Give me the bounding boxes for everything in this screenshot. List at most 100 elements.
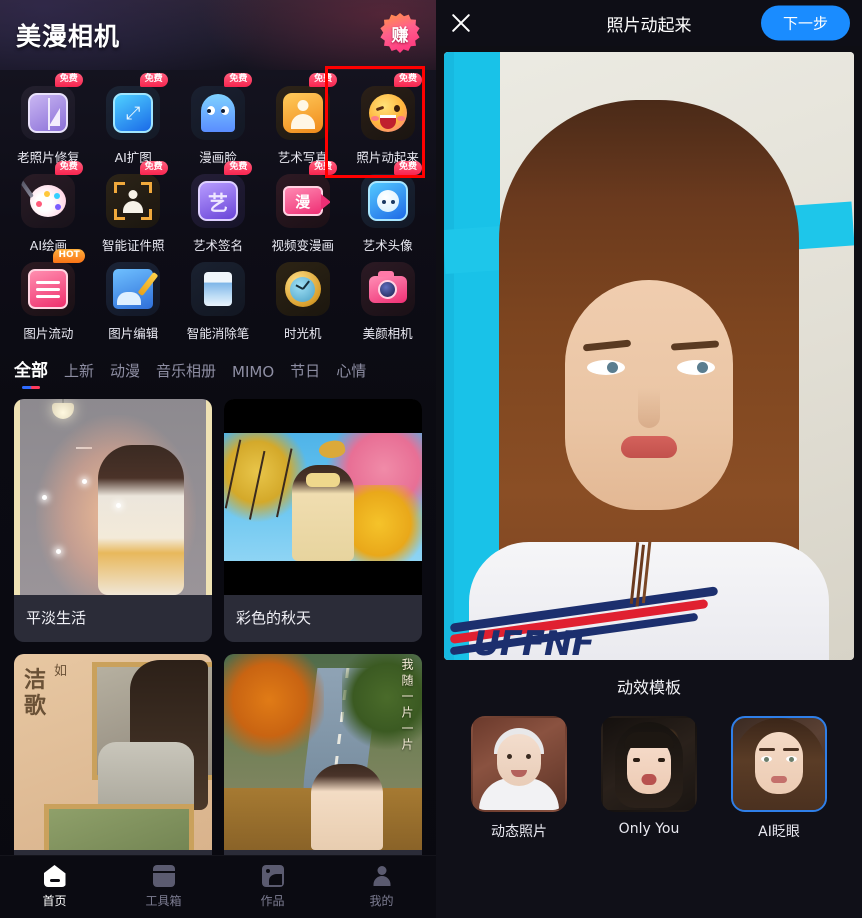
tool-beauty-camera[interactable]: 美颜相机: [345, 254, 430, 342]
nav-label: 作品: [260, 894, 285, 908]
tab-mimo[interactable]: MIMO: [232, 363, 274, 391]
ai-painting-palette-icon: [21, 174, 76, 228]
bottom-navigation: 首页 工具箱 作品 我的: [0, 855, 436, 918]
template-ai-blink[interactable]: AI眨眼: [731, 716, 827, 841]
free-tag: 免费: [54, 161, 83, 176]
free-tag: 免费: [309, 161, 338, 176]
templates-title: 动效模板: [616, 678, 681, 697]
nav-label: 我的: [369, 894, 394, 908]
card-thumbnail: [14, 399, 212, 595]
free-tag: 免费: [139, 73, 168, 88]
preview-photo[interactable]: UFFNF: [444, 52, 854, 660]
tool-comic-face[interactable]: 免费 漫画脸: [176, 73, 261, 166]
tool-ai-expand[interactable]: 免费 ⤢ AI扩图: [91, 73, 176, 166]
tools-grid: 免费 老照片修复 免费 ⤢ AI扩图 免费 漫画脸 免费 艺术写真 免费 照片动…: [0, 70, 436, 342]
free-tag: 免费: [224, 161, 253, 176]
person-icon: [371, 865, 393, 887]
tool-label: 时光机: [284, 326, 322, 341]
template-dynamic-photo[interactable]: 动态照片: [471, 716, 567, 841]
tab-music-album[interactable]: 音乐相册: [156, 360, 216, 391]
tab-all[interactable]: 全部: [14, 356, 48, 391]
photo-flow-icon: [21, 262, 76, 316]
tab-mood[interactable]: 心情: [336, 360, 366, 391]
left-header: 美漫相机 赚: [0, 0, 436, 70]
shirt-wordmark: UFFNF: [473, 624, 595, 660]
tab-festival[interactable]: 节日: [290, 360, 320, 391]
video-to-comic-icon: 漫: [275, 174, 330, 228]
tool-label: 视频变漫画: [271, 238, 335, 253]
earn-starburst-icon[interactable]: 赚: [380, 13, 420, 53]
tool-row: HOT 图片流动 图片编辑 智能消除笔 时光机 美颜相机: [6, 249, 430, 342]
free-tag: 免费: [309, 73, 338, 88]
template-thumbnail: [601, 716, 697, 812]
tool-art-avatar[interactable]: 免费 艺术头像: [345, 161, 430, 254]
old-photo-restore-icon: [21, 86, 76, 140]
tool-old-photo-restore[interactable]: 免费 老照片修复: [6, 73, 91, 166]
right-header: 照片动起来 下一步: [436, 0, 862, 46]
tool-label: 美颜相机: [362, 326, 413, 341]
template-card[interactable]: 彩色的秋天: [224, 399, 422, 642]
preview-face: [565, 280, 733, 510]
tool-time-machine[interactable]: 时光机: [260, 254, 345, 342]
ai-expand-icon: ⤢: [106, 86, 161, 140]
nav-item-profile[interactable]: 我的: [327, 865, 436, 909]
tab-anime[interactable]: 动漫: [110, 360, 140, 391]
card-thumbnail: [224, 399, 422, 595]
template-thumbnail: [731, 716, 827, 812]
earn-badge-label: 赚: [391, 25, 409, 45]
nav-item-home[interactable]: 首页: [0, 865, 109, 909]
nav-label: 首页: [42, 894, 67, 908]
tool-label: 艺术签名: [192, 238, 243, 253]
template-label: Only You: [618, 821, 680, 837]
tool-art-signature[interactable]: 免费 艺 艺术签名: [176, 161, 261, 254]
beauty-camera-icon: [360, 262, 415, 316]
next-step-button[interactable]: 下一步: [760, 5, 850, 41]
comic-face-ghost-icon: [190, 86, 245, 140]
template-card[interactable]: 平淡生活: [14, 399, 212, 642]
free-tag: 免费: [54, 73, 83, 88]
left-body: 免费 老照片修复 免费 ⤢ AI扩图 免费 漫画脸 免费 艺术写真 免费 照片动…: [0, 70, 436, 918]
right-panel-animate-photo: 照片动起来 下一步 UFFNF 动效模板 动态照片 Only You AI眨眼: [436, 0, 862, 918]
home-icon: [43, 865, 66, 887]
page-title: 照片动起来: [606, 15, 692, 36]
hot-tag: HOT: [53, 249, 85, 264]
tool-ai-painting[interactable]: 免费 AI绘画: [6, 161, 91, 254]
card-vertical-text: 我随一片一片: [400, 658, 414, 754]
tab-new[interactable]: 上新: [64, 360, 94, 391]
nav-item-works[interactable]: 作品: [218, 865, 327, 909]
template-thumbnail: [471, 716, 567, 812]
tool-photo-edit[interactable]: 图片编辑: [91, 254, 176, 342]
tool-photo-flow[interactable]: HOT 图片流动: [6, 249, 91, 342]
time-machine-clock-icon: [275, 262, 330, 316]
art-portrait-icon: [275, 86, 330, 140]
close-x-icon[interactable]: [448, 10, 474, 36]
tool-smart-eraser[interactable]: 智能消除笔: [176, 254, 261, 342]
template-only-you[interactable]: Only You: [601, 716, 697, 841]
photo-edit-icon: [106, 262, 161, 316]
art-signature-icon: 艺: [190, 174, 245, 228]
tool-label: 图片编辑: [108, 326, 159, 341]
app-screen: 美漫相机 赚 免费 老照片修复 免费 ⤢ AI扩图 免费 漫画脸 免费 艺术写真…: [0, 0, 862, 918]
tool-id-photo[interactable]: 免费 智能证件照: [91, 161, 176, 254]
card-title: 平淡生活: [26, 609, 87, 627]
tool-label: 艺术头像: [362, 238, 413, 253]
free-tag: 免费: [224, 73, 253, 88]
free-tag: 免费: [139, 161, 168, 176]
category-tabs: 全部 上新 动漫 音乐相册 MIMO 节日 心情: [0, 342, 436, 391]
tool-video-to-comic[interactable]: 免费 漫 视频变漫画: [260, 161, 345, 254]
template-card[interactable]: 我随一片一片: [224, 654, 422, 876]
tool-row: 免费 AI绘画 免费 智能证件照 免费 艺 艺术签名 免费 漫 视频变漫画 免费…: [6, 161, 430, 254]
template-card-grid: 平淡生活 彩色的秋天 洁歌如 我随一片一片: [0, 391, 436, 876]
tool-art-portrait[interactable]: 免费 艺术写真: [260, 73, 345, 166]
free-tag: 免费: [393, 73, 422, 88]
tool-label: 智能证件照: [101, 238, 165, 253]
nav-item-toolbox[interactable]: 工具箱: [109, 865, 218, 909]
smart-eraser-icon: [190, 262, 245, 316]
tool-animate-photo[interactable]: 免费 照片动起来: [345, 73, 430, 166]
template-card[interactable]: 洁歌如: [14, 654, 212, 876]
template-label: AI眨眼: [758, 824, 800, 840]
card-thumbnail: 我随一片一片: [224, 654, 422, 850]
tool-row: 免费 老照片修复 免费 ⤢ AI扩图 免费 漫画脸 免费 艺术写真 免费 照片动…: [6, 73, 430, 166]
animate-photo-emoji-icon: [360, 86, 415, 140]
card-thumbnail: 洁歌如: [14, 654, 212, 850]
